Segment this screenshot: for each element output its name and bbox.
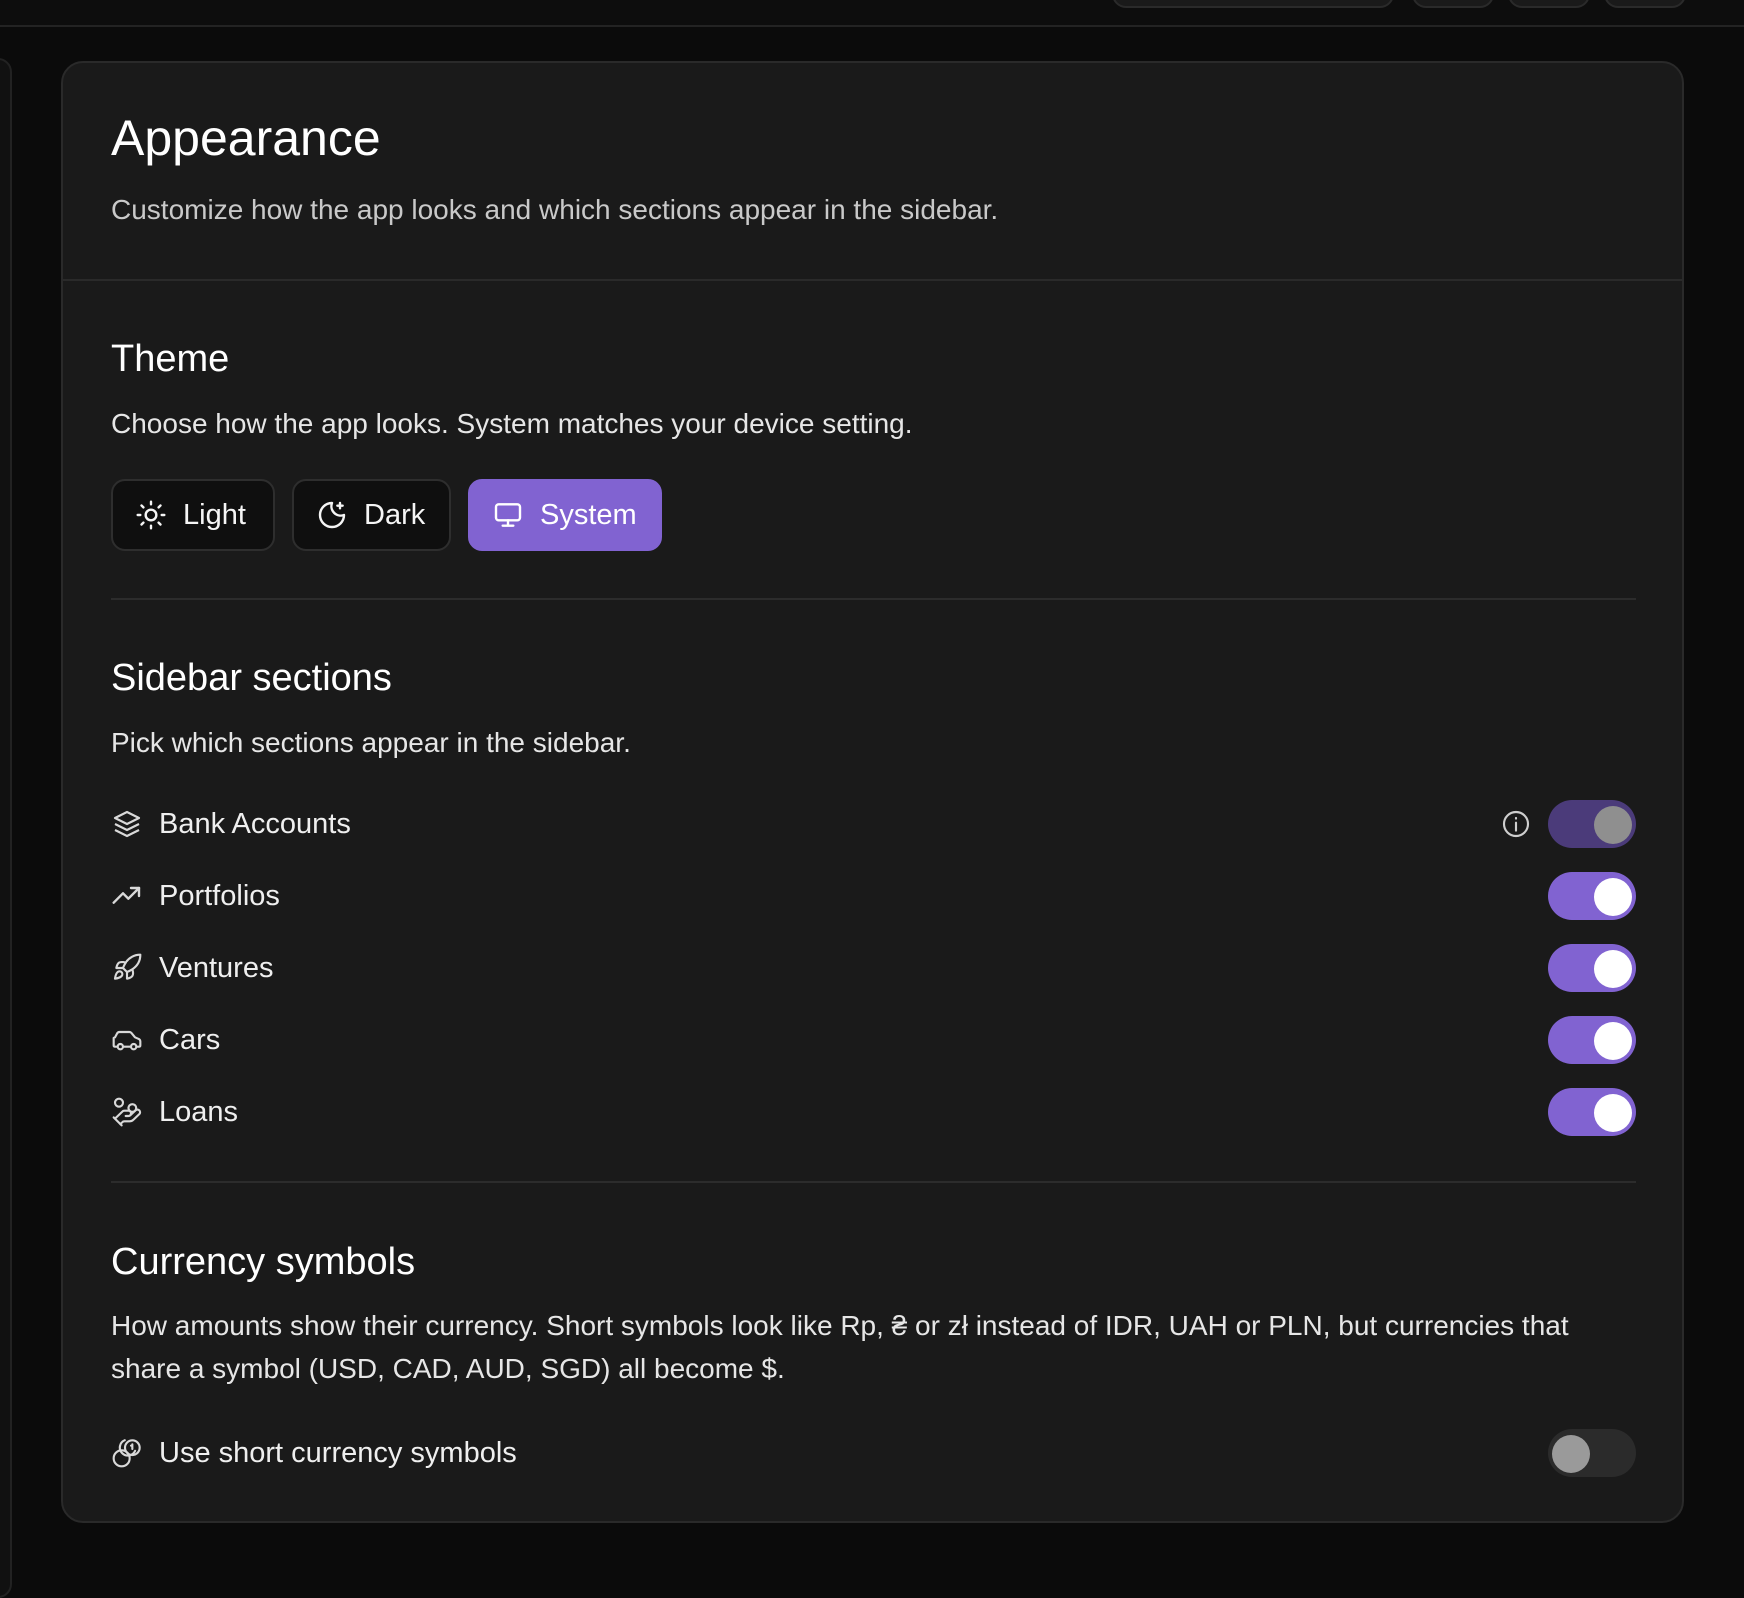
top-bar: [0, 0, 1744, 27]
toolbar-button[interactable]: [1604, 0, 1686, 8]
currency-title: Currency symbols: [111, 1241, 416, 1283]
sidebar-sections-description: Pick which sections appear in the sideba…: [111, 727, 631, 758]
sidebar-row-portfolios: Portfolios: [111, 871, 1636, 921]
theme-system-label: System: [540, 498, 637, 531]
theme-dark-button[interactable]: Dark: [292, 479, 451, 551]
cars-toggle[interactable]: [1548, 1016, 1636, 1064]
sidebar-row-label: Loans: [159, 1095, 239, 1128]
sun-icon: [135, 499, 167, 531]
moon-icon: [316, 499, 348, 531]
ventures-toggle[interactable]: [1548, 944, 1636, 992]
sidebar-edge: [0, 58, 12, 1598]
theme-section: Theme: [111, 340, 1636, 378]
theme-light-label: Light: [183, 498, 246, 531]
hand-coins-icon: [111, 1096, 143, 1128]
layers-icon: [111, 808, 143, 840]
theme-title: Theme: [111, 338, 230, 380]
currency-description: How amounts show their currency. Short s…: [111, 1310, 1569, 1384]
appearance-card: Appearance Customize how the app looks a…: [61, 61, 1684, 1523]
theme-options: Light Dark System: [111, 479, 662, 551]
portfolios-toggle[interactable]: [1548, 872, 1636, 920]
coins-icon: [111, 1437, 143, 1469]
info-icon[interactable]: [1500, 808, 1532, 840]
theme-dark-label: Dark: [364, 498, 426, 531]
theme-description-wrap: Choose how the app looks. System matches…: [111, 402, 1636, 445]
monitor-icon: [492, 499, 524, 531]
car-icon: [111, 1024, 143, 1056]
sidebar-row-label: Ventures: [159, 951, 274, 984]
loans-toggle[interactable]: [1548, 1088, 1636, 1136]
page-subtitle: Customize how the app looks and which se…: [111, 194, 999, 225]
sidebar-sections-title: Sidebar sections: [111, 657, 392, 699]
page-title: Appearance: [111, 110, 381, 166]
theme-description: Choose how the app looks. System matches…: [111, 408, 913, 439]
search-input[interactable]: [1112, 0, 1394, 8]
theme-system-button[interactable]: System: [468, 479, 662, 551]
sidebar-row-ventures: Ventures: [111, 943, 1636, 993]
sidebar-row-cars: Cars: [111, 1015, 1636, 1065]
divider: [111, 598, 1636, 600]
sidebar-row-label: Bank Accounts: [159, 807, 351, 840]
short-currency-toggle[interactable]: [1548, 1429, 1636, 1477]
theme-light-button[interactable]: Light: [111, 479, 275, 551]
sidebar-row-bank-accounts: Bank Accounts: [111, 799, 1636, 849]
toolbar-button[interactable]: [1412, 0, 1494, 8]
rocket-icon: [111, 952, 143, 984]
currency-option-row: Use short currency symbols: [111, 1428, 1636, 1478]
currency-description-wrap: How amounts show their currency. Short s…: [111, 1304, 1636, 1390]
toolbar-button[interactable]: [1508, 0, 1590, 8]
trending-up-icon: [111, 880, 143, 912]
divider: [111, 1181, 1636, 1183]
sidebar-sections-section: Sidebar sections: [111, 659, 1636, 697]
currency-option-label: Use short currency symbols: [159, 1436, 517, 1469]
sidebar-row-label: Portfolios: [159, 879, 280, 912]
bank-accounts-toggle[interactable]: [1548, 800, 1636, 848]
sidebar-row-label: Cars: [159, 1023, 221, 1056]
card-header: Appearance Customize how the app looks a…: [63, 63, 1682, 281]
sidebar-sections-description-wrap: Pick which sections appear in the sideba…: [111, 721, 1636, 764]
currency-section: Currency symbols: [111, 1243, 1636, 1281]
sidebar-row-loans: Loans: [111, 1087, 1636, 1137]
